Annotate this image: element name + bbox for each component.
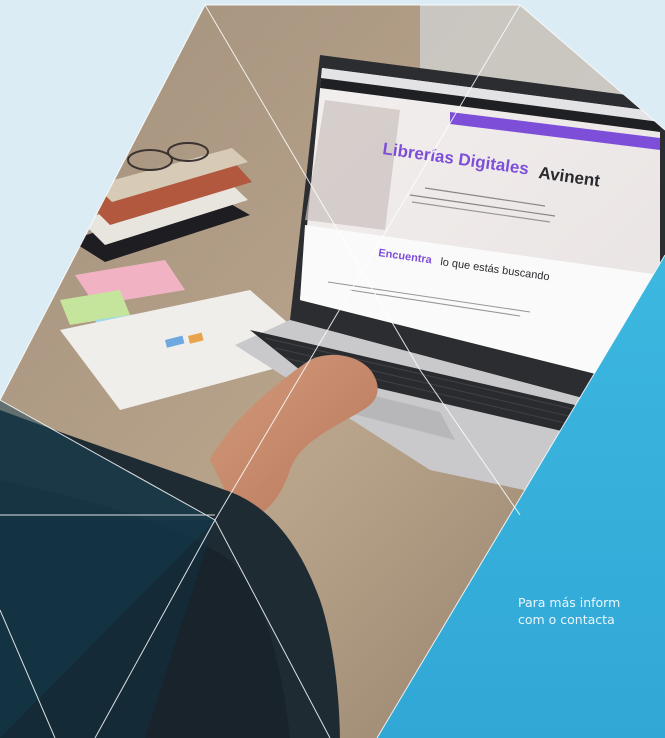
contact-line-1: Para más inform (518, 595, 621, 610)
contact-line-2: com o contacta (518, 612, 615, 627)
contact-info: Para más inform com o contacta (518, 594, 620, 628)
brochure-page: Librerías Digitales Avinent Encuentra lo… (0, 0, 665, 738)
